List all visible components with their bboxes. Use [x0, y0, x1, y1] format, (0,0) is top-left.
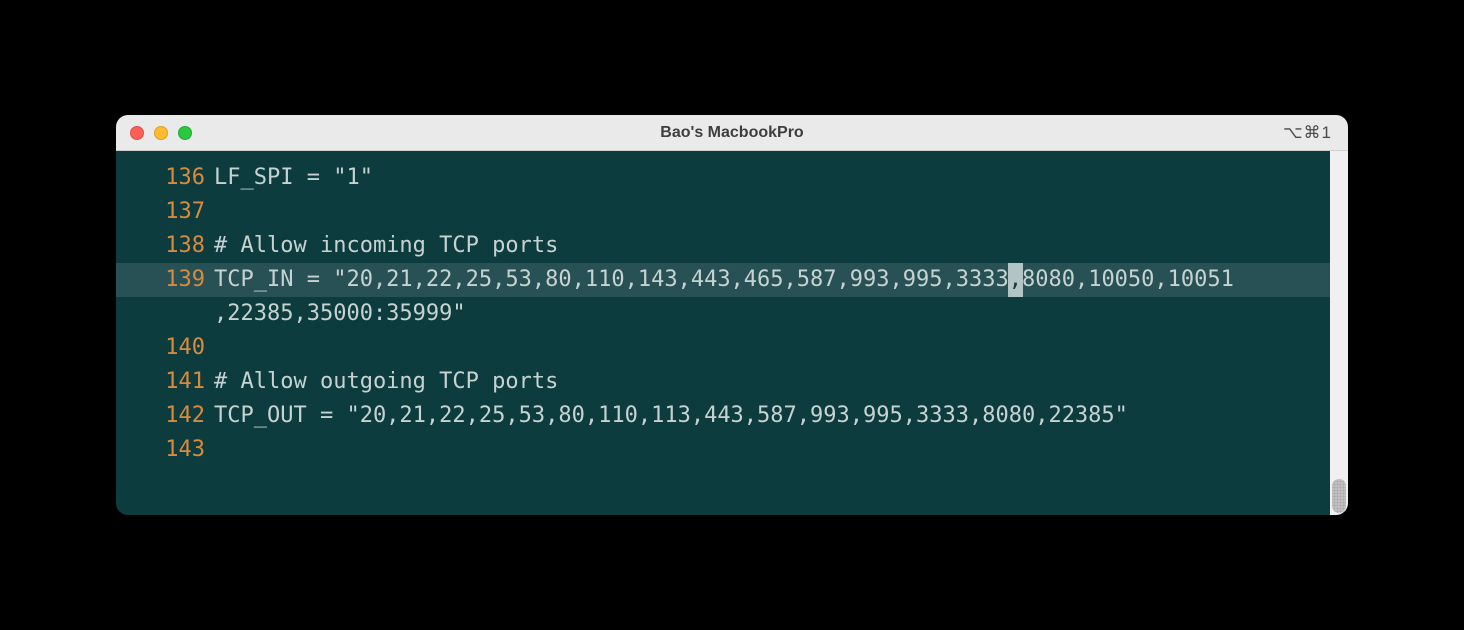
code-content: TCP_IN = "20,21,22,25,53,80,110,143,443,… — [214, 263, 1348, 297]
scrollbar-track[interactable] — [1330, 151, 1348, 515]
code-content: LF_SPI = "1" — [214, 161, 1348, 195]
window-title: Bao's MacbookPro — [116, 124, 1348, 142]
code-content: ,22385,35000:35999" — [214, 297, 1348, 331]
line-number: 137 — [116, 195, 214, 229]
line-number: 138 — [116, 229, 214, 263]
line-number: 143 — [116, 433, 214, 467]
close-button[interactable] — [130, 126, 144, 140]
code-line: 137 — [116, 195, 1348, 229]
cursor: , — [1008, 263, 1023, 297]
terminal-window: Bao's MacbookPro ⌥⌘1 136 LF_SPI = "1" 13… — [116, 115, 1348, 515]
code-segment: 8080,10050,10051 — [1022, 267, 1234, 292]
code-content: # Allow incoming TCP ports — [214, 229, 1348, 263]
line-number: 136 — [116, 161, 214, 195]
code-line: 138 # Allow incoming TCP ports — [116, 229, 1348, 263]
code-line: 143 — [116, 433, 1348, 467]
code-line: 140 — [116, 331, 1348, 365]
titlebar: Bao's MacbookPro ⌥⌘1 — [116, 115, 1348, 151]
code-segment: TCP_IN = "20,21,22,25,53,80,110,143,443,… — [214, 267, 1009, 292]
code-line: 141 # Allow outgoing TCP ports — [116, 365, 1348, 399]
scrollbar-thumb[interactable] — [1332, 479, 1346, 513]
line-number: 140 — [116, 331, 214, 365]
code-content: TCP_OUT = "20,21,22,25,53,80,110,113,443… — [214, 399, 1348, 433]
line-number — [116, 297, 214, 331]
minimize-button[interactable] — [154, 126, 168, 140]
editor-area[interactable]: 136 LF_SPI = "1" 137 138 # Allow incomin… — [116, 151, 1348, 515]
shortcut-hint: ⌥⌘1 — [1283, 123, 1348, 143]
code-line: 142 TCP_OUT = "20,21,22,25,53,80,110,113… — [116, 399, 1348, 433]
traffic-lights — [116, 126, 192, 140]
code-line-highlighted: 139 TCP_IN = "20,21,22,25,53,80,110,143,… — [116, 263, 1348, 297]
line-number: 141 — [116, 365, 214, 399]
code-line-wrap: ,22385,35000:35999" — [116, 297, 1348, 331]
line-number: 142 — [116, 399, 214, 433]
code-line: 136 LF_SPI = "1" — [116, 161, 1348, 195]
line-number: 139 — [116, 263, 214, 297]
code-content: # Allow outgoing TCP ports — [214, 365, 1348, 399]
maximize-button[interactable] — [178, 126, 192, 140]
